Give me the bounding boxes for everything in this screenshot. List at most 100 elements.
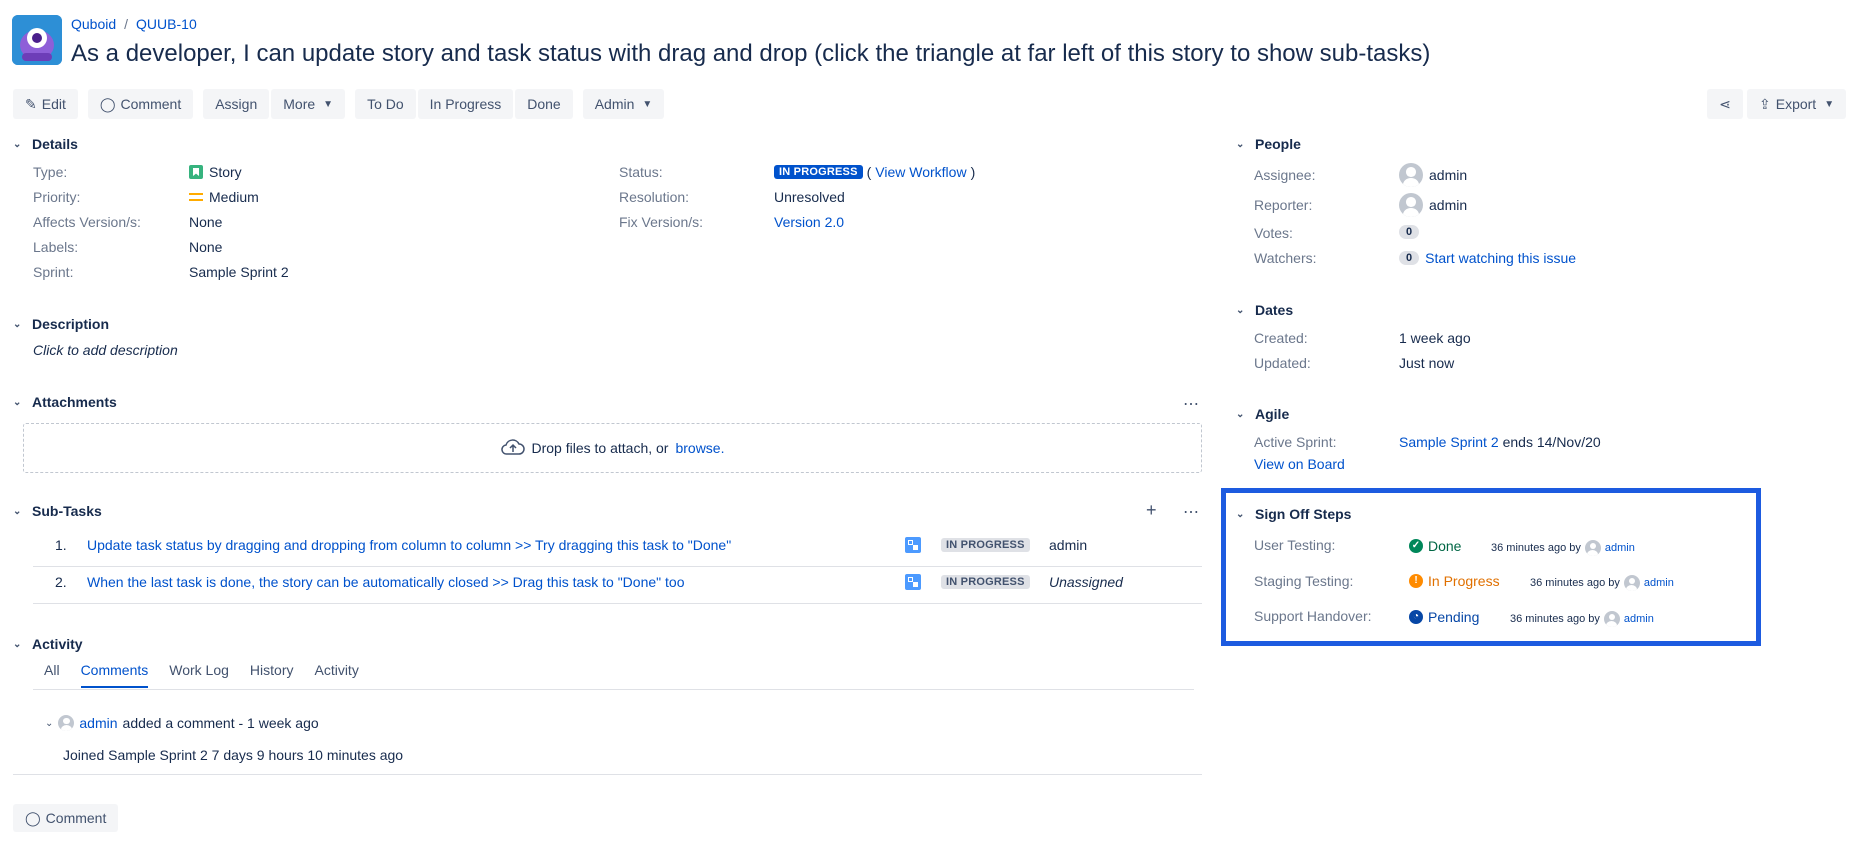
subtask-type-icon: [905, 574, 921, 590]
signoff-status-text: Done: [1428, 538, 1462, 554]
admin-button[interactable]: Admin ▼: [582, 89, 665, 119]
comment-meta: added a comment - 1 week ago: [122, 715, 319, 731]
pending-icon: ◔: [1409, 610, 1423, 624]
subtasks-section-header[interactable]: ⌄ Sub-Tasks: [13, 503, 102, 519]
sprint-label: Sprint:: [33, 264, 74, 280]
edit-button[interactable]: ✎ Edit: [13, 89, 78, 119]
watchers-badge[interactable]: 0: [1399, 251, 1420, 265]
breadcrumb-project-link[interactable]: Quboid: [71, 16, 116, 32]
start-watching-link[interactable]: Start watching this issue: [1425, 250, 1576, 266]
comment-author-link[interactable]: admin: [79, 715, 117, 731]
dates-section-header[interactable]: ⌄ Dates: [1236, 302, 1293, 318]
description-section-header[interactable]: ⌄ Description: [13, 316, 109, 332]
attachment-dropzone[interactable]: Drop files to attach, or browse.: [23, 423, 1202, 473]
comment-icon: ◯: [25, 809, 41, 826]
people-section-header[interactable]: ⌄ People: [1236, 136, 1301, 152]
signoff-user-link[interactable]: admin: [1605, 542, 1635, 554]
priority-label: Priority:: [33, 189, 81, 205]
watchers-label: Watchers:: [1254, 250, 1317, 266]
fix-versions-label: Fix Version/s:: [619, 214, 704, 230]
tab-comments[interactable]: Comments: [80, 662, 149, 688]
export-label: Export: [1775, 96, 1817, 112]
activity-section-header[interactable]: ⌄ Activity: [13, 636, 83, 652]
description-placeholder[interactable]: Click to add description: [33, 342, 178, 358]
fix-version-link[interactable]: Version 2.0: [774, 214, 844, 230]
chevron-down-icon: ⌄: [1236, 304, 1245, 316]
attachments-heading: Attachments: [32, 394, 117, 410]
view-workflow-link[interactable]: View Workflow: [875, 164, 966, 180]
attachments-section-header[interactable]: ⌄ Attachments: [13, 394, 117, 410]
assignee-value[interactable]: admin: [1399, 163, 1467, 187]
active-sprint-value: Sample Sprint 2 ends 14/Nov/20: [1399, 434, 1601, 450]
type-label: Type:: [33, 164, 68, 180]
signoff-heading: Sign Off Steps: [1255, 506, 1352, 522]
subtask-divider: [33, 566, 1202, 567]
agile-heading: Agile: [1255, 406, 1290, 422]
subtask-number: 2.: [55, 574, 67, 590]
reporter-name: admin: [1429, 197, 1468, 213]
status-label: Status:: [619, 164, 663, 180]
votes-badge[interactable]: 0: [1399, 225, 1420, 239]
subtask-assignee: admin: [1049, 537, 1088, 553]
agile-section-header[interactable]: ⌄ Agile: [1236, 406, 1289, 422]
clock-icon: !: [1409, 574, 1423, 588]
chevron-down-icon[interactable]: ⌄: [45, 718, 53, 729]
subtasks-heading: Sub-Tasks: [32, 503, 102, 519]
admin-label: Admin: [594, 96, 635, 112]
in-progress-button[interactable]: In Progress: [417, 89, 514, 119]
signoff-step-status[interactable]: ! In Progress: [1409, 573, 1500, 589]
tab-all[interactable]: All: [44, 662, 60, 688]
tab-activity[interactable]: Activity: [314, 662, 358, 688]
issue-toolbar: ✎ Edit ◯ Comment Assign More ▼ To Do In Pro…: [13, 89, 665, 119]
more-button[interactable]: More ▼: [271, 89, 346, 119]
chevron-down-icon: ⌄: [1236, 408, 1245, 420]
comment-button[interactable]: ◯ Comment: [87, 89, 194, 119]
subtask-title-link[interactable]: When the last task is done, the story ca…: [87, 574, 684, 590]
active-sprint-link[interactable]: Sample Sprint 2: [1399, 434, 1499, 450]
created-label: Created:: [1254, 330, 1308, 346]
done-button[interactable]: Done: [515, 89, 573, 119]
people-heading: People: [1255, 136, 1301, 152]
labels-label: Labels:: [33, 239, 79, 255]
reporter-label: Reporter:: [1254, 197, 1313, 213]
signoff-step-status[interactable]: ✓ Done: [1409, 538, 1461, 554]
add-comment-button[interactable]: ◯ Comment: [13, 804, 119, 832]
signoff-status-text: In Progress: [1428, 573, 1500, 589]
signoff-time: 36 minutes ago by: [1510, 613, 1600, 625]
signoff-user-link[interactable]: admin: [1624, 613, 1654, 625]
signoff-section-header[interactable]: ⌄ Sign Off Steps: [1236, 506, 1351, 522]
subtasks-more-icon[interactable]: ⋯: [1183, 502, 1199, 522]
export-icon: ⇪: [1759, 95, 1771, 112]
assign-button[interactable]: Assign: [203, 89, 270, 119]
details-section-header[interactable]: ⌄ Details: [13, 136, 78, 152]
chevron-down-icon: ⌄: [13, 318, 22, 330]
affects-versions-value: None: [189, 214, 223, 230]
workflow-close-paren: ): [970, 164, 976, 180]
reporter-value[interactable]: admin: [1399, 193, 1467, 217]
tab-history[interactable]: History: [250, 662, 294, 688]
breadcrumb-issue-link[interactable]: QUUB-10: [136, 16, 197, 32]
browse-link[interactable]: browse.: [675, 440, 724, 456]
subtask-assignee: Unassigned: [1049, 574, 1123, 590]
signoff-step-status[interactable]: ◔ Pending: [1409, 609, 1479, 625]
share-button[interactable]: ⋖: [1707, 89, 1743, 119]
add-subtask-icon[interactable]: +: [1146, 500, 1157, 521]
project-avatar[interactable]: [12, 15, 62, 65]
tab-work-log[interactable]: Work Log: [169, 662, 229, 688]
created-value: 1 week ago: [1399, 330, 1471, 346]
issue-summary[interactable]: As a developer, I can update story and t…: [71, 40, 1430, 68]
export-button[interactable]: ⇪ Export ▼: [1747, 89, 1847, 119]
priority-value: Medium: [189, 189, 259, 205]
labels-value[interactable]: None: [189, 239, 222, 255]
updated-label: Updated:: [1254, 355, 1311, 371]
todo-button[interactable]: To Do: [355, 89, 416, 119]
subtask-title-link[interactable]: Update task status by dragging and dropp…: [87, 537, 731, 553]
view-on-board-link[interactable]: View on Board: [1254, 456, 1345, 472]
attachments-more-icon[interactable]: ⋯: [1183, 394, 1199, 414]
signoff-step-meta: 36 minutes ago by admin: [1491, 540, 1635, 556]
avatar: [1399, 163, 1423, 187]
avatar: [1623, 575, 1640, 591]
signoff-user-link[interactable]: admin: [1644, 577, 1674, 589]
type-text: Story: [209, 164, 242, 180]
tabs-divider: [33, 689, 1194, 690]
